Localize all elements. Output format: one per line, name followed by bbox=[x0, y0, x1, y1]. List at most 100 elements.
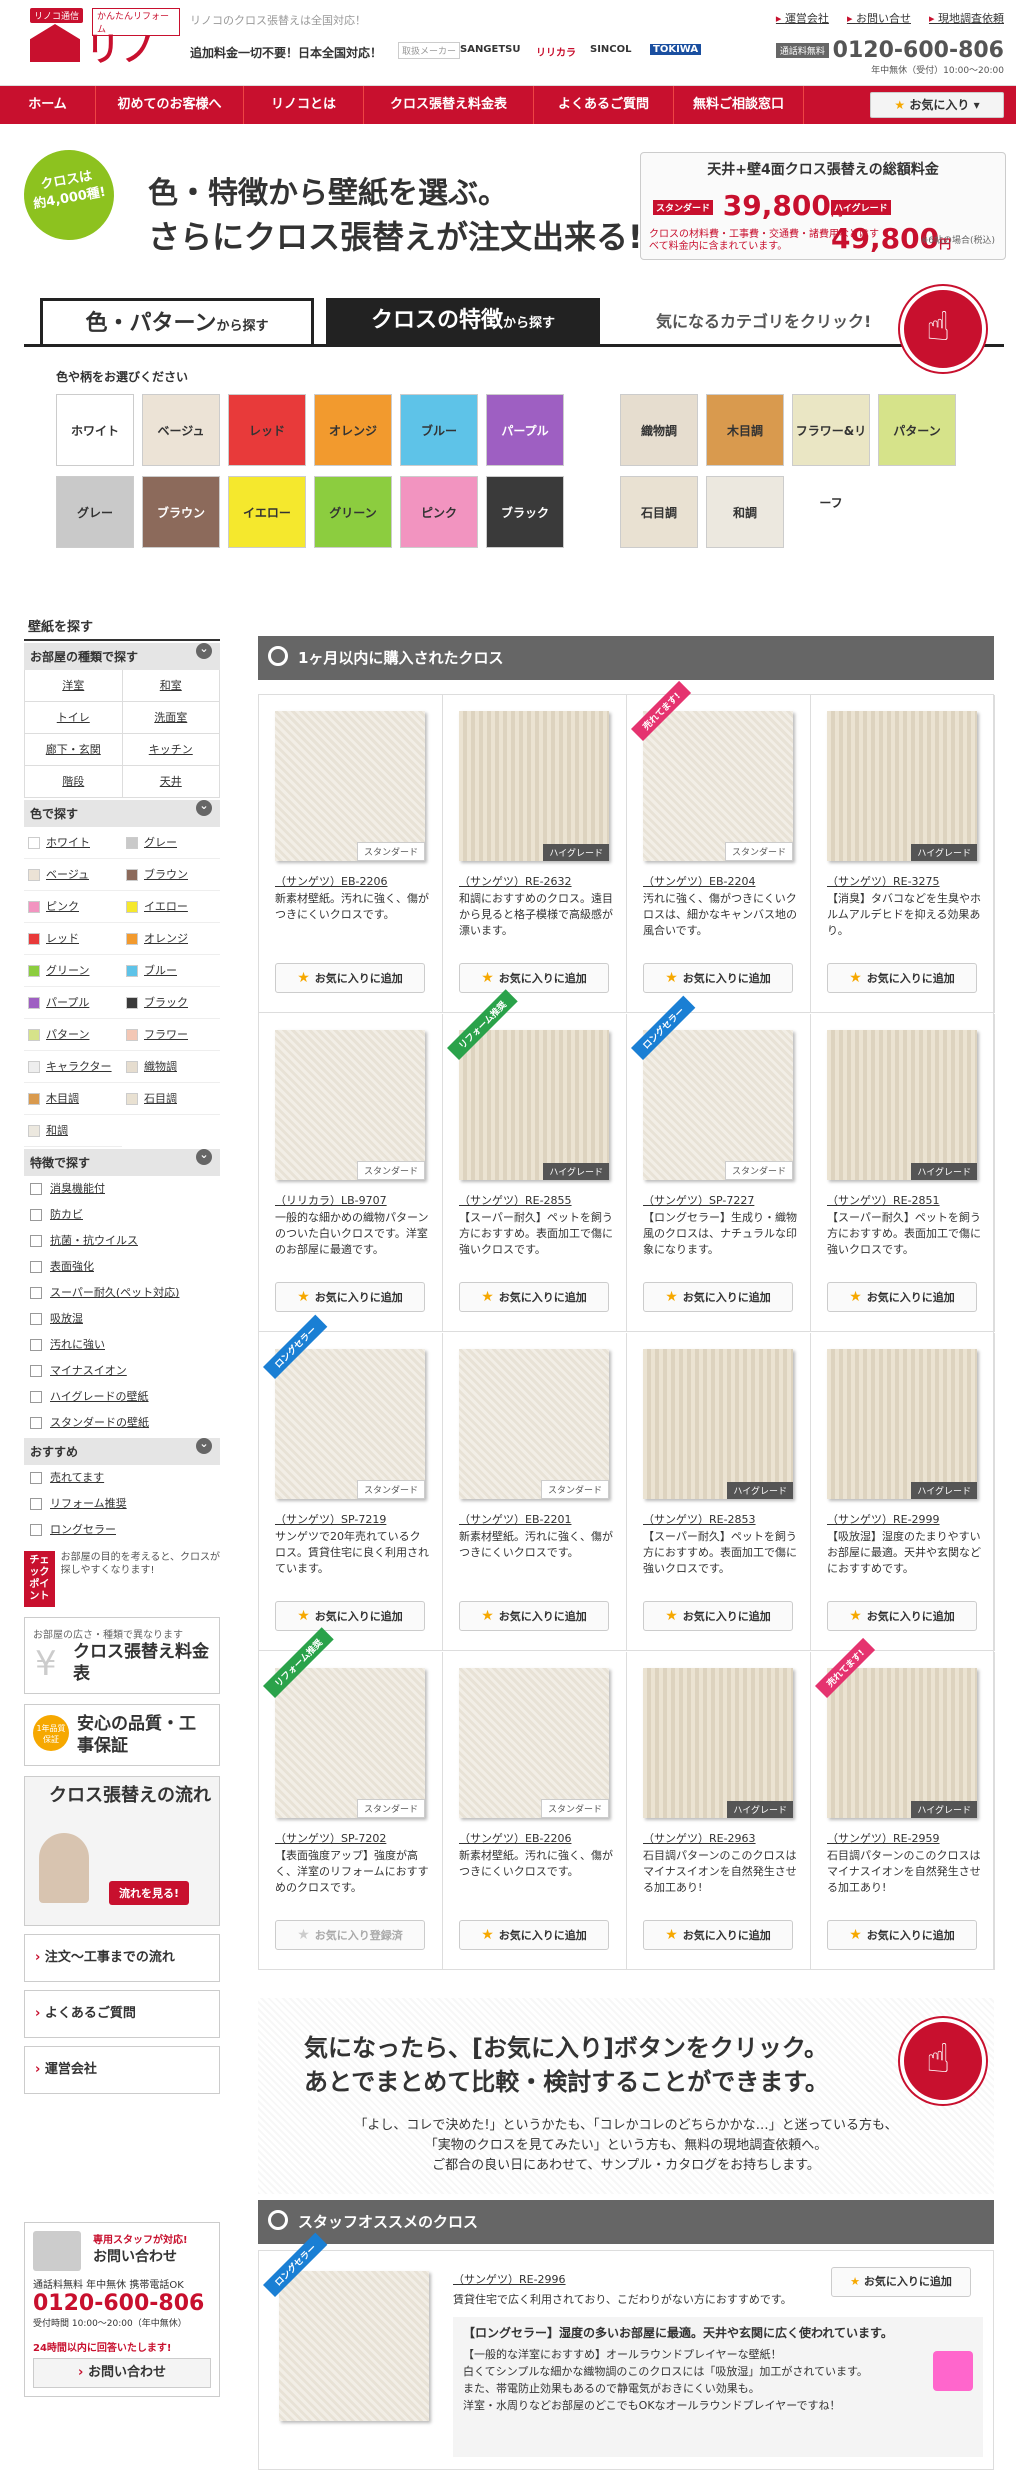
product-image[interactable]: スタンダード bbox=[275, 1668, 425, 1818]
pattern-swatch[interactable]: 木目調 bbox=[706, 394, 784, 466]
color-swatch[interactable]: オレンジ bbox=[314, 394, 392, 466]
sidebar-color-link[interactable]: ブルー bbox=[122, 955, 220, 987]
sidebar-color-category[interactable]: 色で探す bbox=[24, 800, 220, 827]
sidebar-feature-checkbox[interactable]: マイナスイオン bbox=[24, 1358, 220, 1384]
sidebar-color-link[interactable]: オレンジ bbox=[122, 923, 220, 955]
color-swatch[interactable]: ホワイト bbox=[56, 394, 134, 466]
sidebar-color-link[interactable]: パターン bbox=[24, 1019, 122, 1051]
flow-button[interactable]: 流れを見る! bbox=[109, 1881, 190, 1905]
sidebar-feature-checkbox[interactable]: スーパー耐久(ペット対応) bbox=[24, 1280, 220, 1306]
sidebar-feature-checkbox[interactable]: 表面強化 bbox=[24, 1254, 220, 1280]
sidebar-color-link[interactable]: グレー bbox=[122, 827, 220, 859]
add-favorite-button[interactable]: ★ お気に入りに追加 bbox=[459, 1282, 609, 1312]
tel-number[interactable]: 0120-600-806 bbox=[833, 38, 1004, 63]
sidebar-recommend-checkbox[interactable]: 売れてます bbox=[24, 1465, 220, 1491]
product-name[interactable]: （サンゲツ）RE-2999 bbox=[827, 1511, 940, 1527]
add-favorite-button[interactable]: ★ お気に入りに追加 bbox=[643, 1920, 793, 1950]
product-name[interactable]: （サンゲツ）EB-2206 bbox=[275, 873, 387, 889]
nav-about[interactable]: リノコとは bbox=[244, 86, 364, 124]
add-favorite-button[interactable]: ★ お気に入りに追加 bbox=[459, 1601, 609, 1631]
add-favorite-button[interactable]: ★ お気に入りに追加 bbox=[827, 1920, 977, 1950]
product-image[interactable]: スタンダード bbox=[275, 1030, 425, 1180]
product-name[interactable]: （サンゲツ）RE-2851 bbox=[827, 1192, 940, 1208]
nav-faq[interactable]: よくあるご質問 bbox=[534, 86, 674, 124]
tab-color-pattern[interactable]: 色・パターンから探す bbox=[40, 298, 314, 346]
sidebar-color-link[interactable]: レッド bbox=[24, 923, 122, 955]
product-name[interactable]: （サンゲツ）RE-2632 bbox=[459, 873, 572, 889]
color-swatch[interactable]: ベージュ bbox=[142, 394, 220, 466]
sidebar-color-link[interactable]: ベージュ bbox=[24, 859, 122, 891]
link-company-info[interactable]: 運営会社 bbox=[24, 2046, 220, 2094]
sidebar-recommend-checkbox[interactable]: ロングセラー bbox=[24, 1517, 220, 1543]
sidebar-recommend-checkbox[interactable]: リフォーム推奨 bbox=[24, 1491, 220, 1517]
color-swatch[interactable]: ピンク bbox=[400, 476, 478, 548]
color-swatch[interactable]: レッド bbox=[228, 394, 306, 466]
banner-flow[interactable]: クロス張替えの流れ 流れを見る! bbox=[24, 1776, 220, 1926]
sidebar-room-link[interactable]: 天井 bbox=[122, 766, 220, 798]
sidebar-feature-checkbox[interactable]: ハイグレードの壁紙 bbox=[24, 1384, 220, 1410]
product-name[interactable]: （サンゲツ）SP-7219 bbox=[275, 1511, 386, 1527]
add-favorite-button[interactable]: ★ お気に入りに追加 bbox=[827, 1282, 977, 1312]
product-name[interactable]: （サンゲツ）RE-3275 bbox=[827, 873, 940, 889]
product-name[interactable]: （サンゲツ）EB-2204 bbox=[643, 873, 755, 889]
color-swatch[interactable]: グレー bbox=[56, 476, 134, 548]
product-image[interactable]: ハイグレード bbox=[827, 1668, 977, 1818]
sidebar-color-link[interactable]: ホワイト bbox=[24, 827, 122, 859]
staff-add-favorite-button[interactable]: ★ お気に入りに追加 bbox=[831, 2267, 971, 2297]
product-image[interactable]: ハイグレード bbox=[827, 711, 977, 861]
sidebar-room-link[interactable]: 和室 bbox=[122, 670, 220, 702]
nav-home[interactable]: ホーム bbox=[0, 86, 96, 124]
sidebar-color-link[interactable]: 織物調 bbox=[122, 1051, 220, 1083]
add-favorite-button[interactable]: ★ お気に入りに追加 bbox=[275, 1601, 425, 1631]
product-name[interactable]: （サンゲツ）RE-2853 bbox=[643, 1511, 756, 1527]
sidebar-color-link[interactable]: ブラック bbox=[122, 987, 220, 1019]
sidebar-room-link[interactable]: 洋室 bbox=[25, 670, 123, 702]
product-image[interactable]: ハイグレード bbox=[827, 1349, 977, 1499]
sidebar-room-category[interactable]: お部屋の種類で探す bbox=[24, 643, 220, 670]
product-name[interactable]: （サンゲツ）RE-2855 bbox=[459, 1192, 572, 1208]
pattern-swatch[interactable]: 石目調 bbox=[620, 476, 698, 548]
add-favorite-button[interactable]: ★ お気に入りに追加 bbox=[643, 963, 793, 993]
color-swatch[interactable]: ブラウン bbox=[142, 476, 220, 548]
add-favorite-button[interactable]: ★ お気に入りに追加 bbox=[643, 1601, 793, 1631]
product-image[interactable]: ハイグレード bbox=[827, 1030, 977, 1180]
add-favorite-button[interactable]: ★ お気に入りに追加 bbox=[275, 1282, 425, 1312]
sidebar-room-link[interactable]: 洗面室 bbox=[122, 702, 220, 734]
product-image[interactable]: スタンダード bbox=[275, 1349, 425, 1499]
add-favorite-button[interactable]: ★ お気に入りに追加 bbox=[827, 1601, 977, 1631]
link-order-flow[interactable]: 注文〜工事までの流れ bbox=[24, 1934, 220, 1982]
sidebar-feature-checkbox[interactable]: 防カビ bbox=[24, 1202, 220, 1228]
product-image[interactable]: ハイグレード bbox=[459, 1030, 609, 1180]
color-swatch[interactable]: ブラック bbox=[486, 476, 564, 548]
product-name[interactable]: （サンゲツ）RE-2959 bbox=[827, 1830, 940, 1846]
product-name[interactable]: （リリカラ）LB-9707 bbox=[275, 1192, 387, 1208]
contact-button[interactable]: › お問い合わせ bbox=[33, 2358, 211, 2388]
add-favorite-button[interactable]: ★ お気に入りに追加 bbox=[643, 1282, 793, 1312]
sidebar-color-link[interactable]: イエロー bbox=[122, 891, 220, 923]
product-name[interactable]: （サンゲツ）SP-7227 bbox=[643, 1192, 754, 1208]
sidebar-color-link[interactable]: パープル bbox=[24, 987, 122, 1019]
product-name[interactable]: （サンゲツ）EB-2206 bbox=[459, 1830, 571, 1846]
sidebar-color-link[interactable]: グリーン bbox=[24, 955, 122, 987]
pattern-swatch[interactable]: 織物調 bbox=[620, 394, 698, 466]
banner-warranty[interactable]: 1年品質保証 安心の品質・工事保証 bbox=[24, 1704, 220, 1766]
link-company[interactable]: 運営会社 bbox=[776, 10, 829, 26]
sidebar-color-link[interactable]: キャラクター bbox=[24, 1051, 122, 1083]
sidebar-color-link[interactable]: フラワー bbox=[122, 1019, 220, 1051]
link-contact[interactable]: お問い合せ bbox=[847, 10, 911, 26]
product-name[interactable]: （サンゲツ）EB-2201 bbox=[459, 1511, 571, 1527]
favorites-button[interactable]: ★ お気に入り ▾ bbox=[870, 92, 1004, 118]
pattern-swatch[interactable]: 和調 bbox=[706, 476, 784, 548]
sidebar-feature-checkbox[interactable]: 吸放湿 bbox=[24, 1306, 220, 1332]
sidebar-feature-checkbox[interactable]: 抗菌・抗ウイルス bbox=[24, 1228, 220, 1254]
sidebar-color-link[interactable]: ピンク bbox=[24, 891, 122, 923]
site-logo[interactable]: リノコ通信 かんたんリフォーム リノコ bbox=[30, 8, 180, 119]
staff-product-name[interactable]: （サンゲツ）RE-2996 bbox=[453, 2271, 566, 2287]
sidebar-feature-checkbox[interactable]: スタンダードの壁紙 bbox=[24, 1410, 220, 1436]
sidebar-room-link[interactable]: キッチン bbox=[122, 734, 220, 766]
add-favorite-button[interactable]: ★ お気に入りに追加 bbox=[827, 963, 977, 993]
link-faq[interactable]: よくあるご質問 bbox=[24, 1990, 220, 2038]
sidebar-feature-category[interactable]: 特徴で探す bbox=[24, 1149, 220, 1176]
product-image[interactable]: ハイグレード bbox=[643, 1349, 793, 1499]
nav-price-table[interactable]: クロス張替え料金表 bbox=[364, 86, 534, 124]
